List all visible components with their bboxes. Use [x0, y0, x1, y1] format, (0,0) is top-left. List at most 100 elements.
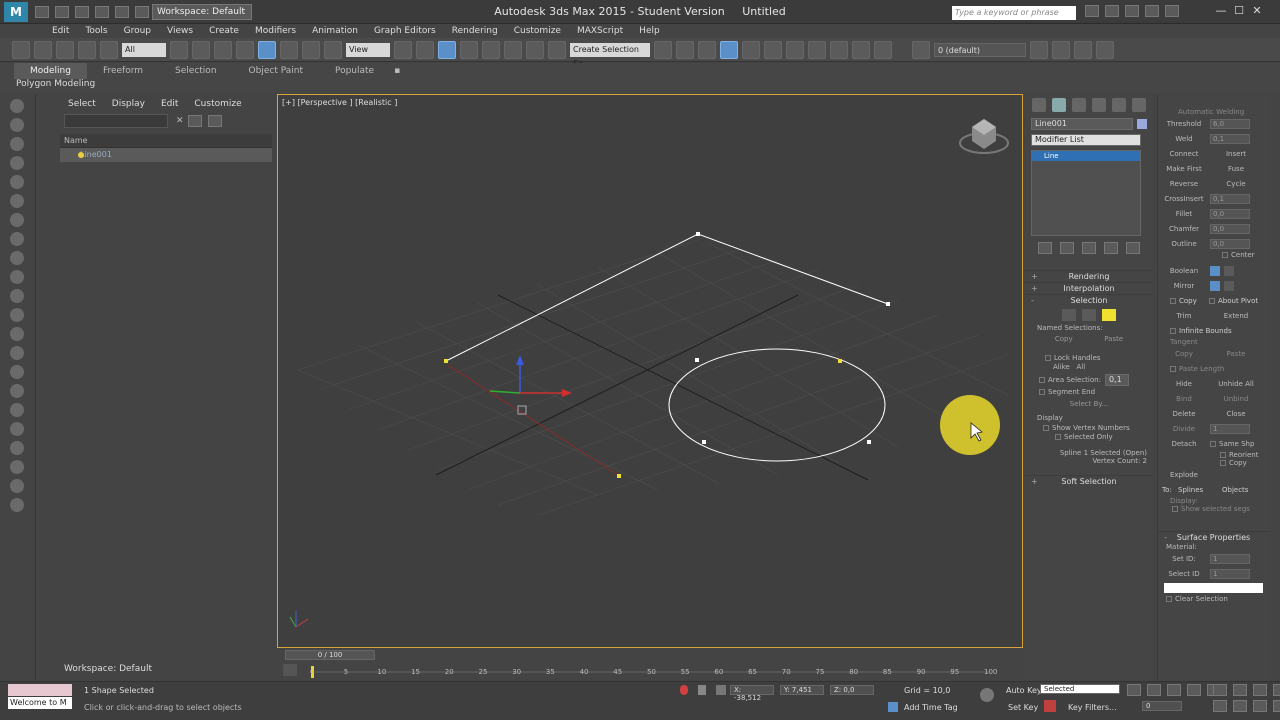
zoom-icon[interactable] [1213, 684, 1227, 696]
objects-radio[interactable]: Objects [1222, 486, 1248, 494]
spline-vertex-2[interactable] [696, 232, 700, 236]
boolean-button[interactable]: Boolean [1158, 267, 1210, 275]
keyboard-shortcut-override-icon[interactable] [438, 40, 456, 59]
shapes-icon[interactable] [10, 270, 24, 284]
bind-space-warp-icon[interactable] [100, 40, 118, 59]
center-checkbox[interactable] [1222, 252, 1228, 258]
select-and-rotate-icon[interactable] [280, 40, 298, 59]
maximize-viewport-icon[interactable] [1273, 700, 1280, 712]
sphere-icon[interactable] [10, 289, 24, 303]
graphite-toolset-icon[interactable] [720, 40, 738, 59]
select-manipulate-icon[interactable] [416, 40, 434, 59]
named-copy-button[interactable]: Copy [1055, 333, 1073, 345]
help-search-input[interactable]: Type a keyword or phrase [952, 6, 1076, 20]
explorer-item-line001[interactable]: Line001 [60, 148, 272, 162]
angle-snap-icon[interactable] [482, 40, 500, 59]
bind-button[interactable]: Bind [1158, 395, 1210, 403]
area-selection-checkbox[interactable] [1039, 377, 1045, 383]
help-icon[interactable] [1165, 5, 1179, 17]
favorites-icon[interactable] [1145, 5, 1159, 17]
menu-animation[interactable]: Animation [304, 24, 366, 38]
modifier-stack[interactable]: Line [1031, 150, 1141, 236]
rollout-selection[interactable]: - Selection [1025, 294, 1153, 306]
explorer-menu-select[interactable]: Select [60, 94, 104, 114]
select-in-layer-icon[interactable] [1074, 40, 1092, 59]
set-id-spinner[interactable]: 1 [1210, 553, 1250, 564]
zoom-extents-icon[interactable] [1253, 684, 1267, 696]
visibility-icon[interactable] [78, 152, 84, 158]
render-production-icon[interactable] [852, 40, 870, 59]
alike-radio[interactable]: Alike [1053, 363, 1070, 371]
motion-panel-icon[interactable] [1092, 98, 1106, 112]
select-by-button[interactable]: Select By... [1025, 396, 1153, 408]
outline-button[interactable]: Outline [1158, 240, 1210, 248]
percent-snap-icon[interactable] [504, 40, 522, 59]
tab-object-paint[interactable]: Object Paint [233, 63, 319, 79]
circle-vertex-1[interactable] [695, 358, 699, 362]
menu-group[interactable]: Group [116, 24, 159, 38]
connect-button[interactable]: Connect [1158, 150, 1210, 158]
spline-mode-icon[interactable] [1102, 309, 1116, 321]
make-unique-icon[interactable] [1082, 242, 1096, 254]
y-coordinate-field[interactable]: Y: 7,451 [780, 685, 824, 695]
absolute-mode-icon[interactable] [716, 685, 726, 695]
select-id-spinner[interactable]: 1 [1210, 568, 1250, 579]
rectangular-selection-icon[interactable] [214, 40, 232, 59]
tab-selection[interactable]: Selection [159, 63, 232, 79]
pan-view-icon[interactable] [1233, 700, 1247, 712]
schematic-view-icon[interactable] [764, 40, 782, 59]
maxscript-welcome[interactable]: Welcome to M [8, 697, 72, 709]
chamfer-button[interactable]: Chamfer [1158, 225, 1210, 233]
menu-rendering[interactable]: Rendering [444, 24, 506, 38]
same-shp-checkbox[interactable] [1210, 440, 1216, 447]
field-of-view-icon[interactable] [1213, 700, 1227, 712]
mirror-copy-checkbox[interactable] [1170, 297, 1176, 304]
show-end-result-icon[interactable] [1060, 242, 1074, 254]
display-panel-icon[interactable] [1112, 98, 1126, 112]
select-tool-icon[interactable] [10, 99, 24, 113]
helpers-icon[interactable] [10, 213, 24, 227]
set-key-mode-icon[interactable] [980, 688, 994, 702]
curve-editor-icon[interactable] [742, 40, 760, 59]
x-coordinate-field[interactable]: X: -38,512 [730, 685, 774, 702]
key-selection-dropdown[interactable]: Selected [1040, 684, 1120, 694]
rendered-frame-window-icon[interactable] [830, 40, 848, 59]
utilities-panel-icon[interactable] [1132, 98, 1146, 112]
align-icon[interactable] [676, 40, 694, 59]
render-setup-icon[interactable] [808, 40, 826, 59]
material-editor-icon[interactable] [786, 40, 804, 59]
cameras-icon[interactable] [10, 194, 24, 208]
orbit-icon[interactable] [1253, 700, 1267, 712]
select-and-scale-icon[interactable] [302, 40, 320, 59]
minimize-button[interactable]: — [1212, 4, 1230, 18]
ribbon-sub-label[interactable]: Polygon Modeling [16, 79, 95, 89]
detach-button[interactable]: Detach [1158, 440, 1210, 448]
menu-views[interactable]: Views [159, 24, 201, 38]
tab-freeform[interactable]: Freeform [87, 63, 159, 79]
ribbon-options-icon[interactable]: ▪ [390, 63, 404, 79]
stack-item-line[interactable]: Line [1032, 151, 1140, 161]
redo-icon[interactable] [115, 5, 129, 18]
time-tag-icon[interactable] [888, 702, 898, 712]
explorer-column-header[interactable]: Name [60, 134, 272, 148]
edit-named-selection-icon[interactable] [548, 40, 566, 59]
menu-maxscript[interactable]: MAXScript [569, 24, 631, 38]
geometry-icon[interactable] [10, 156, 24, 170]
layer-add-selection-icon[interactable] [1030, 40, 1048, 59]
rollout-soft-selection[interactable]: + Soft Selection [1025, 475, 1153, 487]
reference-coordinate-dropdown[interactable]: View [346, 42, 390, 57]
misc-icon[interactable] [10, 498, 24, 512]
spinner-snap-icon[interactable] [526, 40, 544, 59]
menu-graph-editors[interactable]: Graph Editors [366, 24, 444, 38]
object-name-field[interactable]: Line001 [1031, 118, 1134, 130]
modifier-list-dropdown[interactable]: Modifier List [1031, 134, 1141, 146]
hide-button[interactable]: Hide [1158, 380, 1210, 388]
trim-button[interactable]: Trim [1158, 312, 1210, 320]
tangent-copy-button[interactable]: Copy [1158, 350, 1210, 358]
selection-filter-dropdown[interactable]: All [122, 42, 166, 57]
segment-mode-icon[interactable] [1082, 309, 1096, 321]
selected-only-checkbox[interactable] [1055, 434, 1061, 440]
pivot-center-icon[interactable] [394, 40, 412, 59]
sphere2-icon[interactable] [10, 460, 24, 474]
subscription-icon[interactable] [1105, 5, 1119, 17]
